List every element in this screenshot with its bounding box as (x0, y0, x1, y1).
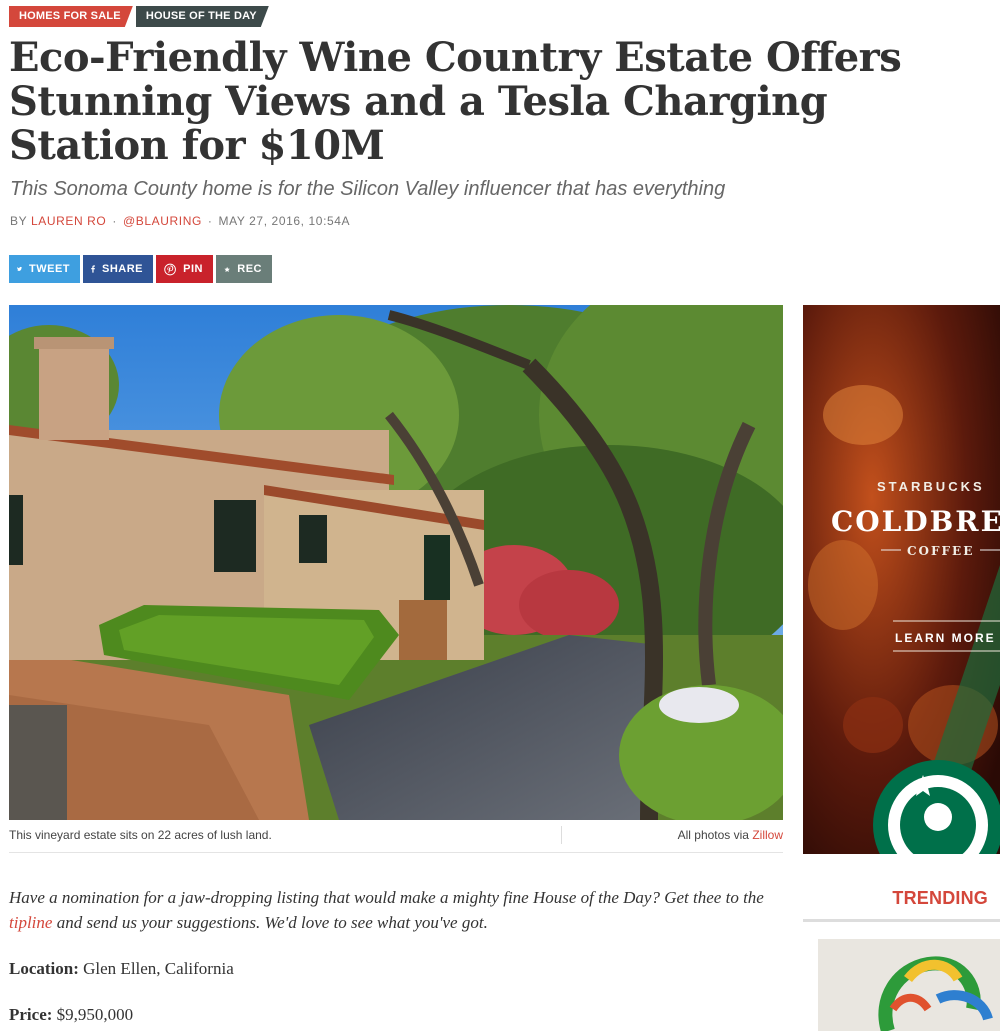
intro-text-after: and send us your suggestions. We'd love … (56, 913, 488, 932)
facebook-icon (91, 265, 95, 273)
pinterest-icon (164, 263, 176, 275)
trending-heading: TRENDING (892, 888, 988, 908)
tipline-link[interactable]: tipline (9, 913, 52, 932)
twitter-icon (17, 266, 22, 271)
author-link[interactable]: LAUREN RO (31, 214, 106, 228)
page-title: Eco-Friendly Wine Country Estate Offers … (9, 34, 902, 169)
byline: BY LAUREN RO · @BLAURING · MAY 27, 2016, 10:… (10, 214, 350, 228)
category-tags: HOMES FOR SALE HOUSE OF THE DAY (9, 6, 269, 27)
hero-image[interactable] (9, 305, 783, 820)
hero-caption: This vineyard estate sits on 22 acres of… (9, 828, 272, 842)
tag-homes-for-sale[interactable]: HOMES FOR SALE (9, 6, 133, 27)
byline-separator: · (112, 214, 117, 228)
tweet-button[interactable]: TWEET (9, 255, 80, 283)
ad-brand: STARBUCKS (877, 479, 985, 494)
location-value: Glen Ellen, California (83, 959, 234, 978)
ad-product: COLDBRE (831, 505, 1000, 538)
price-label: Price: (9, 1005, 53, 1024)
tweet-label: TWEET (29, 263, 70, 275)
pin-button[interactable]: PIN (156, 255, 213, 283)
photo-credit-prefix: All photos via (677, 828, 749, 842)
ad-product-sub: COFFEE (907, 544, 974, 558)
share-button[interactable]: SHARE (83, 255, 153, 283)
share-bar: TWEET SHARE PIN REC (9, 255, 272, 283)
hero-caption-row: This vineyard estate sits on 22 acres of… (9, 826, 783, 853)
trending-section: TRENDING (803, 888, 1000, 922)
pin-label: PIN (183, 263, 203, 275)
byline-prefix: BY (10, 214, 27, 228)
share-label: SHARE (101, 263, 143, 275)
caption-divider (561, 826, 562, 844)
trending-thumbnail[interactable] (818, 939, 1000, 1031)
author-handle-link[interactable]: @BLAURING (123, 214, 202, 228)
byline-separator: · (207, 214, 213, 228)
price-line: Price: $9,950,000 (9, 1005, 789, 1025)
star-icon (224, 266, 230, 272)
location-label: Location: (9, 959, 79, 978)
intro-text-before: Have a nomination for a jaw-dropping lis… (9, 888, 764, 907)
publish-date: MAY 27, 2016, 10:54A (218, 214, 351, 228)
location-line: Location: Glen Ellen, California (9, 959, 789, 979)
trending-divider (803, 919, 1000, 922)
estate-photo (9, 305, 783, 820)
rec-label: REC (237, 263, 262, 275)
trending-image (818, 939, 1000, 1031)
rec-button[interactable]: REC (216, 255, 272, 283)
tag-house-of-the-day[interactable]: HOUSE OF THE DAY (136, 6, 269, 27)
sidebar-ad[interactable]: STARBUCKS COLDBRE COFFEE LEARN MORE (803, 305, 1000, 854)
article-subtitle: This Sonoma County home is for the Silic… (10, 178, 726, 200)
photo-credit-link[interactable]: Zillow (752, 828, 783, 842)
intro-paragraph: Have a nomination for a jaw-dropping lis… (9, 885, 789, 935)
ad-cta: LEARN MORE (895, 631, 996, 645)
starbucks-ad: STARBUCKS COLDBRE COFFEE LEARN MORE (803, 305, 1000, 854)
price-value: $9,950,000 (56, 1005, 134, 1024)
photo-credit: All photos via Zillow (678, 828, 783, 842)
